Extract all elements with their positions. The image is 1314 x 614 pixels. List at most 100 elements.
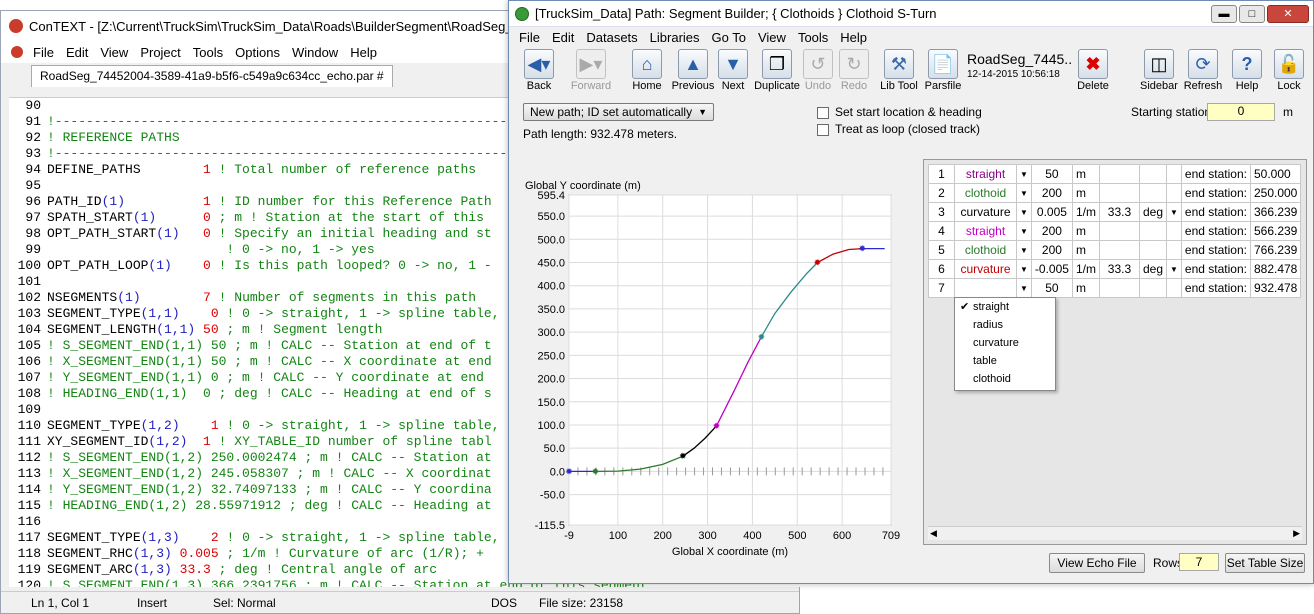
line-number: 101	[17, 274, 41, 289]
builder-menu-datasets[interactable]: Datasets	[580, 30, 643, 45]
type-dropdown-icon[interactable]: ▼	[1016, 240, 1032, 260]
tab-echo-file[interactable]: RoadSeg_74452004-3589-41a9-b5f6-c549a9c6…	[31, 65, 393, 87]
refresh-button[interactable]: ⟳ Refresh	[1183, 49, 1223, 93]
type-dropdown-icon[interactable]: ▼	[1016, 202, 1032, 222]
redo-button[interactable]: ↻ Redo	[837, 49, 871, 93]
segment-angle-cell[interactable]	[1098, 221, 1140, 241]
x-tick-label: 500	[788, 530, 806, 542]
context-menu-window[interactable]: Window	[286, 45, 344, 60]
context-menu-file[interactable]: File	[27, 45, 60, 60]
segment-row[interactable]: 5 clothoid ▼ 200 m end station: 766.239	[928, 240, 1302, 260]
segment-row[interactable]: 2 clothoid ▼ 200 m end station: 250.000	[928, 183, 1302, 203]
segment-value-cell[interactable]: 200	[1030, 240, 1073, 260]
row-number: 7	[928, 278, 955, 298]
loop-option[interactable]: Treat as loop (closed track)	[817, 122, 980, 136]
segment-value-cell[interactable]: 200	[1030, 221, 1073, 241]
builder-titlebar[interactable]: [TruckSim_Data] Path: Segment Builder; {…	[509, 1, 1313, 27]
builder-menu-view[interactable]: View	[752, 30, 792, 45]
segment-type-cell[interactable]: straight	[954, 278, 1017, 298]
type-dropdown-icon[interactable]: ▼	[1016, 221, 1032, 241]
context-menu-help[interactable]: Help	[344, 45, 383, 60]
undo-button[interactable]: ↺ Undo	[801, 49, 835, 93]
segment-value-cell[interactable]: 200	[1030, 183, 1073, 203]
rows-input[interactable]: 7	[1179, 553, 1219, 571]
segment-row[interactable]: 6 curvature ▼ -0.005 1/m 33.3 deg ▼ end station:…	[928, 259, 1302, 279]
segment-angle-cell[interactable]	[1098, 278, 1140, 298]
context-menu-view[interactable]: View	[94, 45, 134, 60]
angle-dropdown-icon[interactable]	[1166, 278, 1182, 298]
scroll-right-icon[interactable]: ▶	[1293, 528, 1300, 539]
segment-type-cell[interactable]: clothoid	[954, 183, 1017, 203]
scroll-left-icon[interactable]: ◀	[930, 528, 937, 539]
segment-type-cell[interactable]: curvature	[954, 202, 1017, 222]
lock-button[interactable]: 🔓 Lock	[1271, 49, 1307, 93]
help-button[interactable]: ? Help	[1229, 49, 1265, 93]
segment-row[interactable]: 7 straight ▼ 50 m end station: 932.478	[928, 278, 1302, 298]
segment-type-cell[interactable]: curvature	[954, 259, 1017, 279]
segment-angle-cell[interactable]	[1098, 164, 1140, 184]
segment-row[interactable]: 4 straight ▼ 200 m end station: 566.239	[928, 221, 1302, 241]
table-horizontal-scrollbar[interactable]: ◀ ▶	[928, 526, 1302, 540]
start-location-option[interactable]: Set start location & heading	[817, 105, 982, 119]
context-menu-logo-icon[interactable]	[11, 46, 23, 58]
type-menu-item[interactable]: table	[955, 352, 1055, 370]
segment-row[interactable]: 1 straight ▼ 50 m end station: 50.000	[928, 164, 1302, 184]
builder-menu-libraries[interactable]: Libraries	[644, 30, 706, 45]
segment-row[interactable]: 3 curvature ▼ 0.005 1/m 33.3 deg ▼ end station: 3…	[928, 202, 1302, 222]
angle-dropdown-icon[interactable]: ▼	[1166, 202, 1182, 222]
parsfile-button[interactable]: 📄 Parsfile	[923, 49, 963, 93]
view-echo-file-button[interactable]: View Echo File	[1049, 553, 1145, 573]
sidebar-button[interactable]: ◫ Sidebar	[1137, 49, 1181, 93]
type-menu-item[interactable]: clothoid	[955, 370, 1055, 388]
home-button[interactable]: ⌂ Home	[627, 49, 667, 93]
builder-menu-tools[interactable]: Tools	[792, 30, 834, 45]
next-button[interactable]: ▼ Next	[713, 49, 753, 93]
set-table-size-button[interactable]: Set Table Size	[1225, 553, 1305, 573]
forward-button[interactable]: ▶▾ Forward	[569, 49, 613, 93]
segment-angle-cell[interactable]	[1098, 183, 1140, 203]
close-button[interactable]: ✕	[1267, 5, 1309, 23]
maximize-button[interactable]: □	[1239, 5, 1265, 23]
context-menu-options[interactable]: Options	[229, 45, 286, 60]
angle-dropdown-icon[interactable]	[1166, 221, 1182, 241]
type-menu-item[interactable]: radius	[955, 316, 1055, 334]
segment-type-cell[interactable]: straight	[954, 221, 1017, 241]
duplicate-button[interactable]: ❐ Duplicate	[754, 49, 800, 93]
starting-station-input[interactable]: 0	[1207, 103, 1275, 121]
segment-value-cell[interactable]: 50	[1030, 164, 1073, 184]
segment-value-cell[interactable]: 50	[1030, 278, 1073, 298]
type-dropdown-icon[interactable]: ▼	[1016, 183, 1032, 203]
angle-dropdown-icon[interactable]	[1166, 240, 1182, 260]
segment-type-cell[interactable]: straight	[954, 164, 1017, 184]
segment-value-cell[interactable]: -0.005	[1030, 259, 1073, 279]
loop-checkbox[interactable]	[817, 123, 829, 136]
delete-button[interactable]: ✖ Delete	[1073, 49, 1113, 93]
builder-menu-edit[interactable]: Edit	[546, 30, 580, 45]
context-menu-project[interactable]: Project	[134, 45, 186, 60]
angle-dropdown-icon[interactable]: ▼	[1166, 259, 1182, 279]
type-dropdown-icon[interactable]: ▼	[1016, 278, 1032, 298]
context-menu-edit[interactable]: Edit	[60, 45, 94, 60]
back-button[interactable]: ◀▾ Back	[517, 49, 561, 93]
builder-menu-help[interactable]: Help	[834, 30, 873, 45]
code-token: SEGMENT_LENGTH	[47, 322, 157, 337]
type-menu-item[interactable]: curvature	[955, 334, 1055, 352]
angle-dropdown-icon[interactable]	[1166, 164, 1182, 184]
type-dropdown-icon[interactable]: ▼	[1016, 259, 1032, 279]
angle-dropdown-icon[interactable]	[1166, 183, 1182, 203]
builder-menu-file[interactable]: File	[513, 30, 546, 45]
minimize-button[interactable]: ▬	[1211, 5, 1237, 23]
type-menu-item[interactable]: ✔ straight	[955, 298, 1055, 316]
segment-angle-cell[interactable]	[1098, 240, 1140, 260]
segment-unit: m	[1071, 164, 1100, 184]
builder-menu-goto[interactable]: Go To	[706, 30, 752, 45]
segment-value-cell[interactable]: 0.005	[1030, 202, 1073, 222]
libtool-button[interactable]: ⚒ Lib Tool	[879, 49, 919, 93]
segment-angle-cell[interactable]: 33.3	[1098, 259, 1140, 279]
path-id-dropdown[interactable]: New path; ID set automatically ▼	[523, 103, 714, 121]
type-dropdown-icon[interactable]: ▼	[1016, 164, 1032, 184]
segment-angle-cell[interactable]: 33.3	[1098, 202, 1140, 222]
context-menu-tools[interactable]: Tools	[187, 45, 229, 60]
segment-type-cell[interactable]: clothoid	[954, 240, 1017, 260]
start-location-checkbox[interactable]	[817, 106, 829, 119]
